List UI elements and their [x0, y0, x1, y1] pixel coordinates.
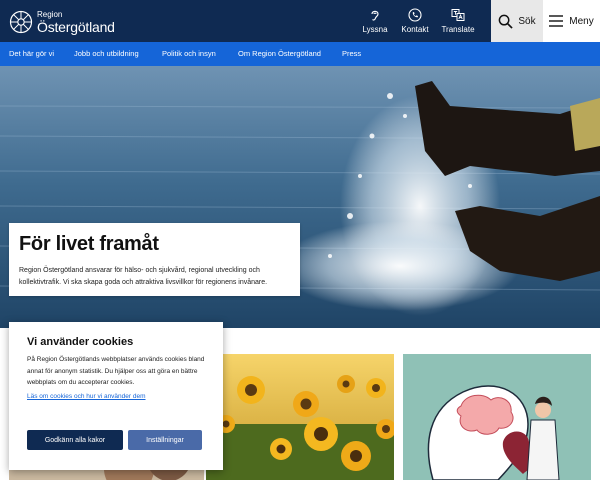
listen-label: Lyssna	[362, 25, 388, 34]
site-logo[interactable]: Region Östergötland	[9, 8, 119, 36]
nav-item-press[interactable]: Press	[342, 49, 361, 58]
nav-item-politik-och-insyn[interactable]: Politik och insyn	[162, 49, 216, 58]
hero-title: För livet framåt	[19, 233, 159, 255]
menu-label: Meny	[569, 15, 594, 27]
main-navigation: Det här gör vi Jobb och utbildning Polit…	[0, 42, 600, 66]
card-image-illustration[interactable]	[403, 354, 591, 480]
menu-button[interactable]: Meny	[543, 0, 600, 42]
logo-small-text: Region	[37, 9, 63, 19]
sun-emblem-icon	[9, 10, 33, 34]
search-icon	[499, 14, 514, 29]
phone-icon	[408, 8, 422, 22]
site-header: Region Östergötland Lyssna Kontakt Trans…	[0, 0, 600, 42]
translate-label: Translate	[441, 25, 475, 34]
cookie-buttons: Godkänn alla kakor Inställningar	[27, 430, 202, 450]
cookie-info-link[interactable]: Läs om cookies och hur vi använder dem	[27, 393, 205, 400]
cookie-settings-button[interactable]: Inställningar	[128, 430, 202, 450]
card-image-sunflowers[interactable]	[206, 354, 394, 480]
cookie-title: Vi använder cookies	[27, 336, 134, 348]
hamburger-icon	[549, 15, 564, 27]
cookie-text: På Region Östergötlands webbplatser anvä…	[27, 356, 205, 386]
listen-button[interactable]: Lyssna	[355, 8, 395, 34]
logo-text: Region Östergötland	[37, 9, 115, 35]
search-button[interactable]: Sök	[491, 0, 543, 42]
nav-item-jobb-och-utbildning[interactable]: Jobb och utbildning	[74, 49, 139, 58]
accept-all-cookies-button[interactable]: Godkänn alla kakor	[27, 430, 123, 450]
hero-text: Region Östergötland ansvarar för hälso- …	[19, 267, 268, 286]
nav-item-om-region[interactable]: Om Region Östergötland	[238, 49, 321, 58]
ear-icon	[371, 10, 379, 21]
hero-card: För livet framåt Region Östergötland ans…	[9, 223, 300, 296]
contact-label: Kontakt	[401, 25, 429, 34]
translate-icon	[451, 9, 465, 21]
translate-button[interactable]: Translate	[438, 8, 478, 34]
nav-item-det-har-gor-vi[interactable]: Det här gör vi	[9, 49, 54, 58]
search-label: Sök	[518, 15, 536, 27]
logo-big-text: Östergötland	[37, 18, 115, 35]
cookie-consent-dialog: Vi använder cookies På Region Östergötla…	[9, 322, 223, 470]
contact-button[interactable]: Kontakt	[395, 8, 435, 34]
